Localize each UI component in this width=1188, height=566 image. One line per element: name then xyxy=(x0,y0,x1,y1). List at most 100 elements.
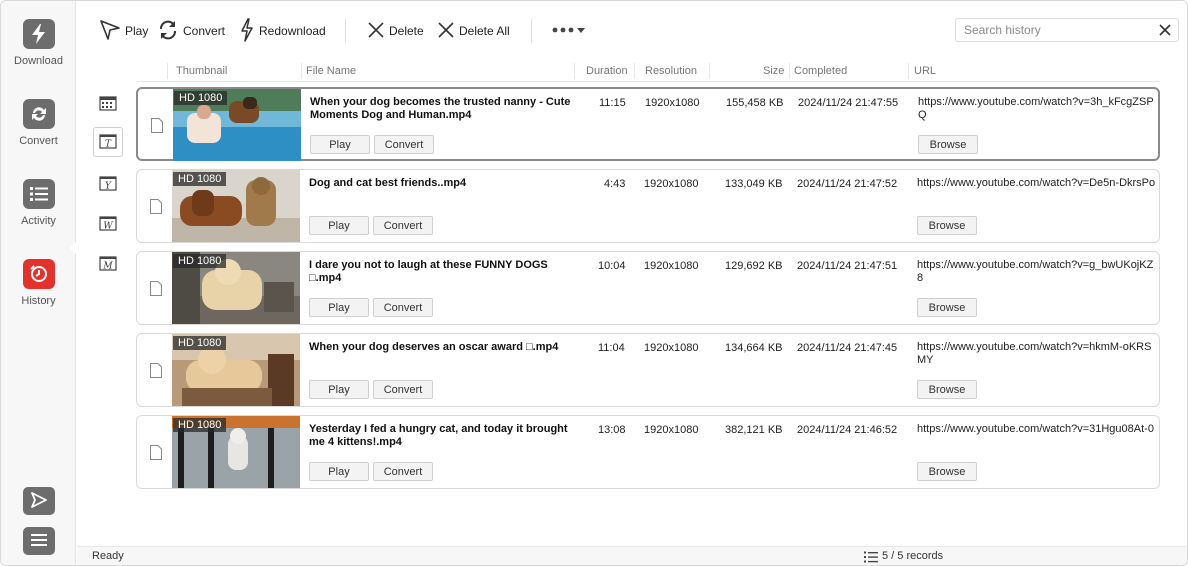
row-convert-button[interactable]: Convert xyxy=(373,298,433,317)
video-url: https://www.youtube.com/watch?v=hkmM-oKR… xyxy=(917,341,1152,366)
nav-history[interactable]: History xyxy=(1,259,76,329)
calendar-t-icon: T xyxy=(99,133,117,152)
filter-week-button[interactable]: W xyxy=(93,209,123,239)
nav-download[interactable]: Download xyxy=(1,19,76,89)
table-row[interactable]: HD 1080 Yesterday I fed a hungry cat, an… xyxy=(136,415,1160,489)
status-bar: Ready 5 / 5 records xyxy=(77,546,1187,565)
app-window: Download Convert Activity History Play C… xyxy=(0,0,1188,566)
play-button[interactable]: Play xyxy=(99,18,148,44)
row-play-button[interactable]: Play xyxy=(309,298,369,317)
row-play-button[interactable]: Play xyxy=(309,462,369,481)
row-convert-button[interactable]: Convert xyxy=(373,216,433,235)
download-bolt-icon xyxy=(22,19,55,49)
nav-activity[interactable]: Activity xyxy=(1,179,76,249)
table-row[interactable]: HD 1080 Dog and cat best friends..mp4 4:… xyxy=(136,169,1160,243)
play-label: Play xyxy=(125,24,149,38)
column-size[interactable]: Size xyxy=(763,64,784,80)
row-browse-button[interactable]: Browse xyxy=(917,462,977,481)
column-divider xyxy=(574,63,575,79)
delete-all-label: Delete All xyxy=(459,24,510,38)
more-dots-icon xyxy=(551,24,587,38)
file-name: Dog and cat best friends..mp4 xyxy=(309,177,467,189)
row-browse-button[interactable]: Browse xyxy=(917,216,977,235)
file-size: 155,458 KB xyxy=(726,97,784,109)
quality-badge: HD 1080 xyxy=(173,254,227,268)
quality-badge: HD 1080 xyxy=(174,91,228,105)
quality-badge: HD 1080 xyxy=(173,418,227,432)
column-thumbnail[interactable]: Thumbnail xyxy=(176,64,227,80)
delete-all-button[interactable]: Delete All xyxy=(437,18,510,44)
file-icon xyxy=(150,281,162,296)
row-convert-button[interactable]: Convert xyxy=(373,462,433,481)
video-thumbnail[interactable]: HD 1080 xyxy=(172,334,300,406)
row-browse-button[interactable]: Browse xyxy=(917,380,977,399)
completed-time: 2024/11/24 21:47:45 xyxy=(797,342,898,354)
row-play-button[interactable]: Play xyxy=(309,216,369,235)
column-url[interactable]: URL xyxy=(914,64,936,80)
resolution: 1920x1080 xyxy=(644,178,699,190)
filter-year-button[interactable]: Y xyxy=(93,169,123,199)
row-play-button[interactable]: Play xyxy=(310,135,370,154)
duration: 4:43 xyxy=(604,178,626,190)
filter-all-button[interactable] xyxy=(93,89,123,119)
video-thumbnail[interactable]: HD 1080 xyxy=(173,89,301,161)
row-play-button[interactable]: Play xyxy=(309,380,369,399)
completed-time: 2024/11/24 21:47:52 xyxy=(797,178,898,190)
delete-label: Delete xyxy=(389,24,424,38)
video-thumbnail[interactable]: HD 1080 xyxy=(172,252,300,324)
calendar-grid-icon xyxy=(99,95,117,114)
main-menu-button[interactable] xyxy=(23,527,55,555)
duration: 11:15 xyxy=(599,97,626,109)
send-button[interactable] xyxy=(23,487,55,515)
column-divider xyxy=(167,63,168,79)
video-url: https://www.youtube.com/watch?v=3h_kFcgZ… xyxy=(918,96,1154,121)
nav-convert[interactable]: Convert xyxy=(1,99,76,169)
records-list-icon xyxy=(864,551,878,565)
toolbar-divider xyxy=(345,19,346,43)
table-row[interactable]: HD 1080 When your dog becomes the truste… xyxy=(136,87,1160,161)
table-row[interactable]: HD 1080 I dare you not to laugh at these… xyxy=(136,251,1160,325)
nav-history-label: History xyxy=(21,295,56,307)
file-size: 129,692 KB xyxy=(725,260,783,272)
column-divider xyxy=(634,63,635,79)
file-icon xyxy=(150,445,162,460)
table-row[interactable]: HD 1080 When your dog deserves an oscar … xyxy=(136,333,1160,407)
search-input[interactable] xyxy=(956,19,1146,41)
completed-time: 2024/11/24 21:47:51 xyxy=(797,260,898,272)
video-thumbnail[interactable]: HD 1080 xyxy=(172,416,300,488)
play-arrow-icon xyxy=(99,19,121,44)
resolution: 1920x1080 xyxy=(645,97,700,109)
row-convert-button[interactable]: Convert xyxy=(374,135,434,154)
video-thumbnail[interactable]: HD 1080 xyxy=(172,170,300,242)
quality-badge: HD 1080 xyxy=(173,336,227,350)
column-resolution[interactable]: Resolution xyxy=(645,64,697,80)
file-icon xyxy=(150,363,162,378)
more-menu-button[interactable] xyxy=(551,18,587,44)
convert-button[interactable]: Convert xyxy=(157,18,225,44)
column-file-name[interactable]: File Name xyxy=(306,64,356,80)
video-url: https://www.youtube.com/watch?v=31Hgu08A… xyxy=(917,423,1154,435)
column-duration[interactable]: Duration xyxy=(586,64,628,80)
svg-text:T: T xyxy=(105,139,112,149)
row-browse-button[interactable]: Browse xyxy=(918,135,978,154)
column-divider xyxy=(709,63,710,79)
status-text: Ready xyxy=(92,550,124,562)
column-completed[interactable]: Completed xyxy=(794,64,847,80)
clear-search-icon[interactable] xyxy=(1158,23,1172,37)
row-convert-button[interactable]: Convert xyxy=(373,380,433,399)
left-nav: Download Convert Activity History xyxy=(1,1,77,565)
file-name: When your dog becomes the trusted nanny … xyxy=(310,96,571,121)
table-header: Thumbnail File Name Duration Resolution … xyxy=(137,60,1160,82)
video-url: https://www.youtube.com/watch?v=De5n-Dkr… xyxy=(917,177,1156,189)
duration: 10:04 xyxy=(598,260,626,272)
row-browse-button[interactable]: Browse xyxy=(917,298,977,317)
delete-button[interactable]: Delete xyxy=(367,18,424,44)
file-size: 382,121 KB xyxy=(725,424,783,436)
nav-convert-label: Convert xyxy=(19,135,58,147)
duration: 11:04 xyxy=(598,342,625,354)
redownload-button[interactable]: Redownload xyxy=(239,17,326,44)
filter-today-button[interactable]: T xyxy=(93,127,123,157)
filter-month-button[interactable]: M xyxy=(93,249,123,279)
file-icon xyxy=(150,199,162,214)
resolution: 1920x1080 xyxy=(644,260,699,272)
